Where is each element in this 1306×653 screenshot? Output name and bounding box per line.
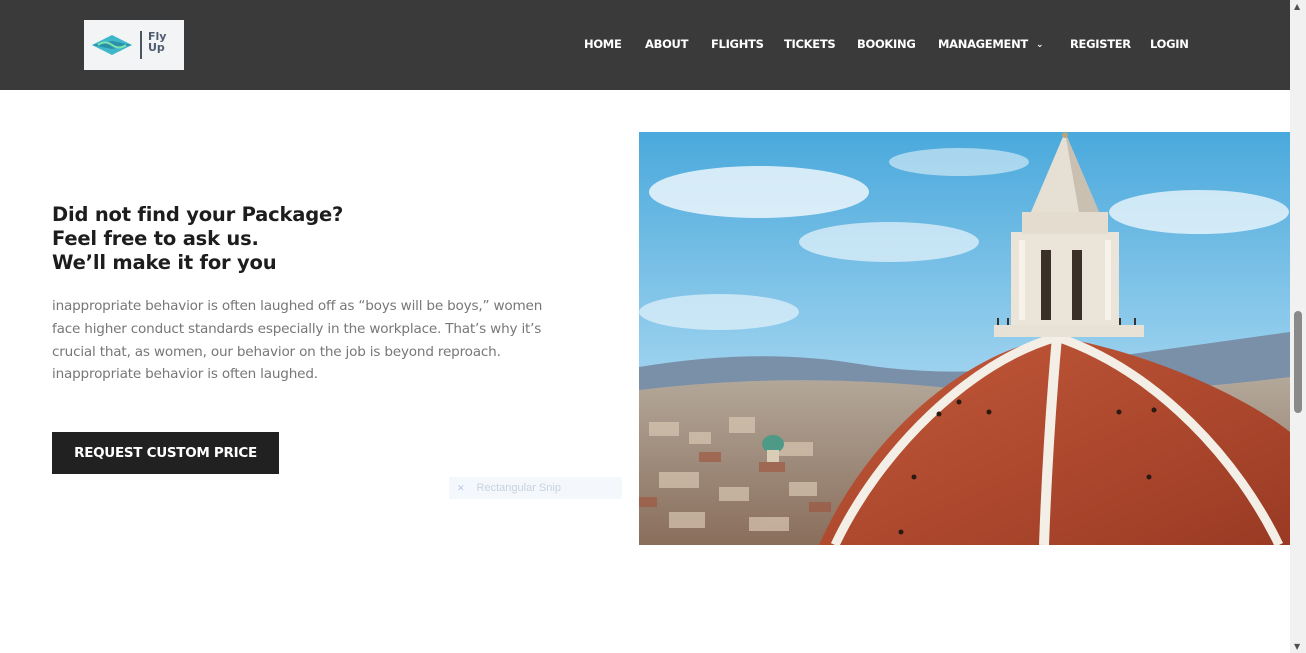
promo-heading-line: We’ll make it for you — [52, 251, 277, 274]
nav-about[interactable]: ABOUT — [645, 37, 688, 51]
logo-mark-icon — [92, 35, 132, 55]
cathedral-photo-illustration — [639, 132, 1290, 545]
logo-text-line2: Up — [148, 41, 165, 54]
nav-flights[interactable]: FLIGHTS — [711, 37, 764, 51]
scroll-down-arrow-icon[interactable]: ▼ — [1294, 642, 1300, 651]
scrollbar-thumb[interactable] — [1294, 311, 1302, 413]
snip-tooltip-label: Rectangular Snip — [476, 482, 561, 494]
chevron-down-icon: ⌄ — [1035, 40, 1044, 50]
page-scrollbar[interactable]: ▲ ▼ — [1290, 0, 1306, 653]
nav-home[interactable]: HOME — [584, 37, 622, 51]
nav-register[interactable]: REGISTER — [1070, 37, 1131, 51]
logo-text: Fly Up — [148, 31, 180, 53]
promo-heading-line: Feel free to ask us. — [52, 227, 259, 250]
nav-login[interactable]: LOGIN — [1150, 37, 1189, 51]
request-custom-price-button[interactable]: REQUEST CUSTOM PRICE — [52, 432, 279, 474]
scroll-up-arrow-icon[interactable]: ▲ — [1294, 2, 1300, 11]
snip-tooltip: ✕ Rectangular Snip — [449, 477, 622, 499]
close-icon: ✕ — [457, 482, 465, 493]
promo-heading-line: Did not find your Package? — [52, 203, 344, 226]
nav-management[interactable]: MANAGEMENT ⌄ — [938, 37, 1043, 51]
site-logo[interactable]: Fly Up — [84, 20, 184, 70]
promo-body-text: inappropriate behavior is often laughed … — [52, 298, 543, 383]
nav-tickets[interactable]: TICKETS — [784, 37, 836, 51]
site-header: Fly Up HOME ABOUT FLIGHTS TICKETS BOOKIN… — [0, 0, 1290, 90]
nav-management-label: MANAGEMENT — [938, 37, 1028, 51]
florence-cathedral-image — [639, 132, 1290, 545]
logo-divider — [140, 31, 142, 59]
nav-booking[interactable]: BOOKING — [857, 37, 916, 51]
promo-heading: Did not find your Package? Feel free to … — [52, 203, 572, 275]
